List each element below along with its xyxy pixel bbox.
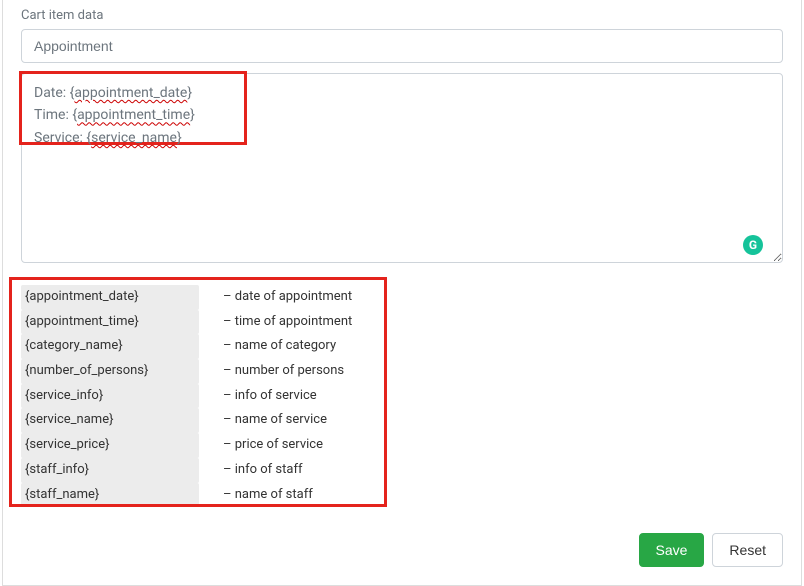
section-label: Cart item data <box>21 8 783 23</box>
save-button[interactable]: Save <box>639 533 705 567</box>
variable-token[interactable]: {service_price} <box>21 433 199 458</box>
variable-token[interactable]: {staff_name} <box>21 483 199 508</box>
variable-token[interactable]: {service_info} <box>21 384 199 409</box>
variable-token[interactable]: {service_name} <box>21 408 199 433</box>
variable-token[interactable]: {number_of_persons} <box>21 359 199 384</box>
variable-row: {appointment_date}– date of appointment <box>21 285 783 310</box>
reset-button[interactable]: Reset <box>712 533 783 567</box>
variable-token[interactable]: {appointment_date} <box>21 285 199 310</box>
cart-item-data-panel: Cart item data G Date: {appointment_date… <box>2 0 802 586</box>
actions-row: Save Reset <box>21 533 783 567</box>
variable-row: {staff_name}– name of staff <box>21 483 783 508</box>
variable-desc: – time of appointment <box>199 310 352 335</box>
variable-desc: – name of category <box>199 334 336 359</box>
variable-desc: – price of service <box>199 433 323 458</box>
variable-row: {service_name}– name of service <box>21 408 783 433</box>
variable-token[interactable]: {staff_info} <box>21 458 199 483</box>
variable-desc: – date of appointment <box>199 285 352 310</box>
variable-token[interactable]: {appointment_time} <box>21 310 199 335</box>
variable-desc: – info of staff <box>199 458 303 483</box>
variable-row: {service_price}– price of service <box>21 433 783 458</box>
variables-table: {appointment_date}– date of appointment{… <box>21 279 783 513</box>
variable-token[interactable]: {category_name} <box>21 334 199 359</box>
variable-row: {service_info}– info of service <box>21 384 783 409</box>
variable-desc: – name of staff <box>199 483 313 508</box>
variable-row: {number_of_persons}– number of persons <box>21 359 783 384</box>
cart-item-title-input[interactable] <box>21 29 783 63</box>
cart-item-template-textarea[interactable] <box>21 73 783 263</box>
grammarly-icon: G <box>743 235 763 255</box>
variable-row: {appointment_time}– time of appointment <box>21 310 783 335</box>
variable-desc: – info of service <box>199 384 317 409</box>
template-textarea-wrap: G Date: {appointment_date} Time: {appoin… <box>21 73 783 267</box>
variable-row: {category_name}– name of category <box>21 334 783 359</box>
variable-desc: – name of service <box>199 408 327 433</box>
variable-row: {staff_info}– info of staff <box>21 458 783 483</box>
variable-desc: – number of persons <box>199 359 344 384</box>
